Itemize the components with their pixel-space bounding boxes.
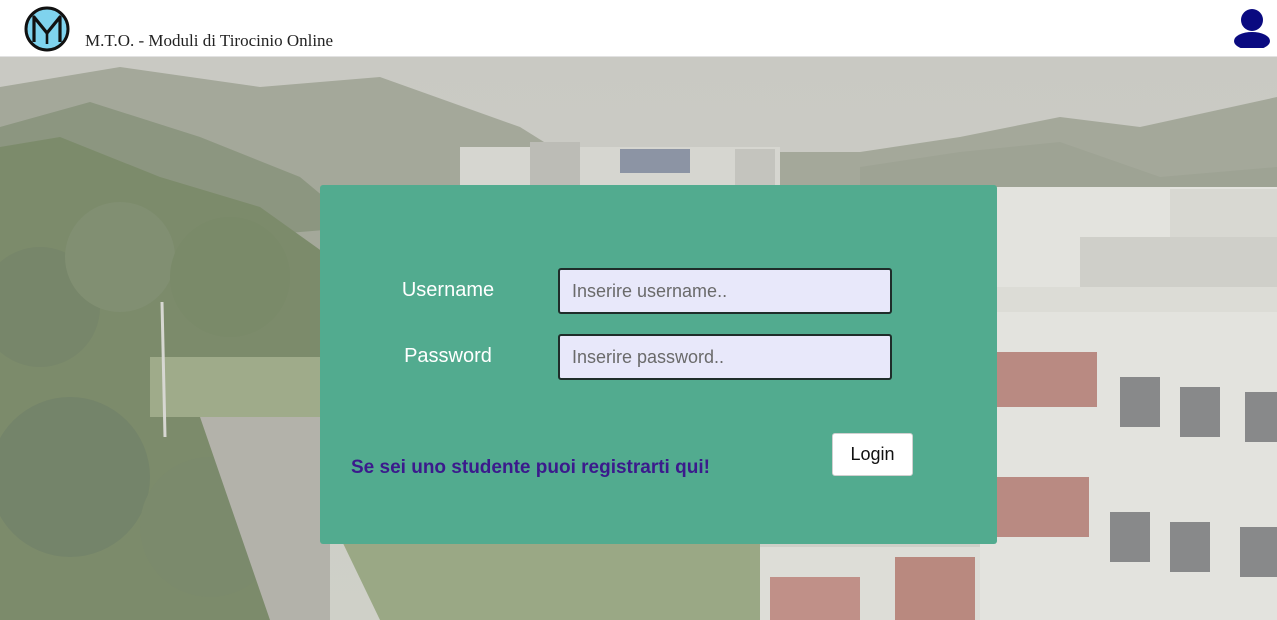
app-title: M.T.O. - Moduli di Tirocinio Online (85, 31, 334, 50)
register-student-link[interactable]: Se sei uno studente puoi registrarti qui… (351, 457, 710, 479)
password-input[interactable] (558, 334, 892, 380)
mto-logo-icon (24, 6, 70, 52)
password-label: Password (404, 345, 492, 367)
username-label: Username (401, 279, 495, 301)
top-header: M.T.O. - Moduli di Tirocinio Online (0, 0, 1277, 57)
user-account-icon[interactable] (1233, 8, 1271, 48)
login-button[interactable]: Login (832, 433, 913, 476)
login-form: Username Password Se sei uno studente pu… (320, 185, 997, 544)
username-input[interactable] (558, 268, 892, 314)
